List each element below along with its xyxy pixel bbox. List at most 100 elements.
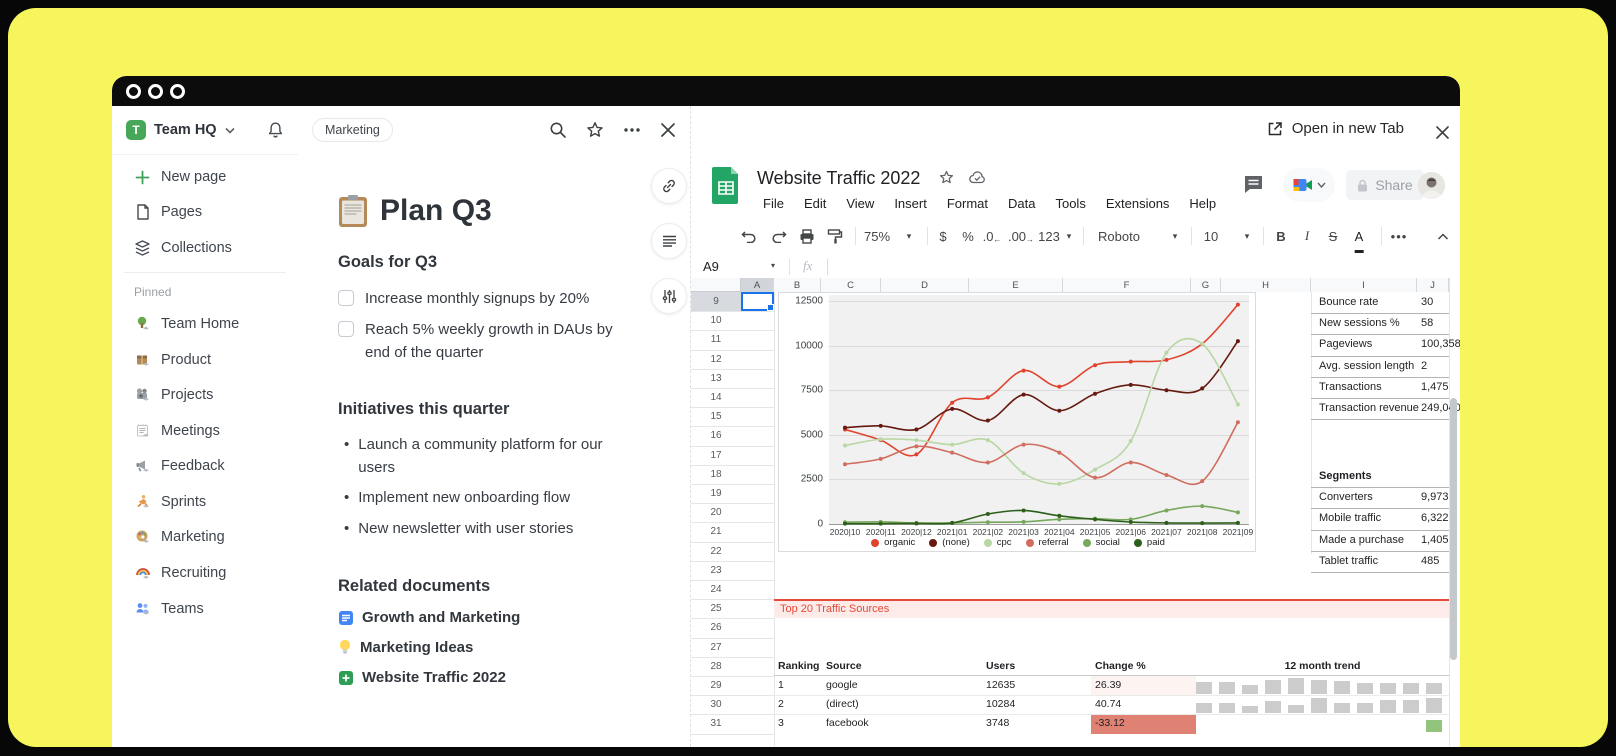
font-size-dropdown-icon[interactable]: ▾ bbox=[1245, 222, 1250, 250]
sidebar-item-feedback[interactable]: Feedback bbox=[122, 451, 288, 481]
stat-row[interactable]: Pageviews100,358 bbox=[1311, 335, 1449, 356]
stat-row[interactable]: Tablet traffic485 bbox=[1311, 552, 1449, 573]
menu-file[interactable]: File bbox=[763, 196, 784, 211]
sidebar-new-page[interactable]: New page bbox=[122, 162, 288, 192]
zoom-dropdown-icon[interactable]: ▾ bbox=[907, 222, 912, 250]
sheet-grid[interactable]: ABCDEFGHIJ 91011121314151617181920212223… bbox=[691, 278, 1460, 746]
row-header-20[interactable]: 20 bbox=[691, 503, 741, 522]
row-header-17[interactable]: 17 bbox=[691, 446, 741, 465]
row-header-26[interactable]: 26 bbox=[691, 618, 741, 637]
menu-extensions[interactable]: Extensions bbox=[1106, 196, 1170, 211]
redo-button[interactable] bbox=[771, 222, 787, 250]
open-in-new-tab-link[interactable]: Open in new Tab bbox=[1267, 120, 1404, 137]
window-dot-3[interactable] bbox=[170, 84, 185, 99]
name-box-dropdown-icon[interactable]: ▾ bbox=[771, 261, 775, 270]
row-header-14[interactable]: 14 bbox=[691, 388, 741, 407]
row-header-28[interactable]: 28 bbox=[691, 657, 741, 676]
stat-row[interactable]: Transaction revenue249,040 bbox=[1311, 399, 1449, 420]
avatar[interactable] bbox=[1418, 172, 1445, 199]
bold-button[interactable]: B bbox=[1276, 222, 1285, 250]
related-doc-link[interactable]: Growth and Marketing bbox=[338, 609, 520, 626]
chevron-down-icon[interactable] bbox=[225, 127, 235, 134]
share-button[interactable]: Share bbox=[1346, 170, 1424, 200]
row-header-22[interactable]: 22 bbox=[691, 542, 741, 561]
comment-icon[interactable] bbox=[1243, 174, 1264, 195]
row-header-30[interactable]: 30 bbox=[691, 695, 741, 714]
row-header-21[interactable]: 21 bbox=[691, 522, 741, 541]
goal-item[interactable]: Increase monthly signups by 20% bbox=[338, 287, 638, 310]
paint-format-button[interactable] bbox=[828, 222, 843, 250]
sidebar-item-projects[interactable]: Projects bbox=[122, 380, 288, 410]
initiatives-heading[interactable]: Initiatives this quarter bbox=[338, 400, 509, 419]
increase-decimals-button[interactable]: .00→ bbox=[1008, 222, 1034, 250]
print-button[interactable] bbox=[799, 222, 815, 250]
menu-view[interactable]: View bbox=[846, 196, 874, 211]
close-icon[interactable] bbox=[660, 122, 676, 138]
fill-handle[interactable] bbox=[767, 304, 774, 311]
undo-button[interactable] bbox=[741, 222, 757, 250]
formats-dropdown-icon[interactable]: ▾ bbox=[1067, 222, 1072, 250]
toolbar-more-icon[interactable]: ••• bbox=[1391, 222, 1408, 250]
collapse-toolbar-icon[interactable] bbox=[1438, 222, 1449, 250]
formula-cursor[interactable] bbox=[827, 259, 828, 275]
format-currency-button[interactable]: $ bbox=[939, 222, 946, 250]
cloud-saved-icon[interactable] bbox=[969, 171, 986, 184]
sidebar-item-marketing[interactable]: Marketing bbox=[122, 522, 288, 552]
copy-link-button[interactable] bbox=[651, 168, 687, 204]
row-header-10[interactable]: 10 bbox=[691, 311, 741, 330]
close-embed-icon[interactable] bbox=[1435, 125, 1450, 140]
row-header-25[interactable]: 25 bbox=[691, 599, 741, 618]
text-color-button[interactable]: A bbox=[1355, 222, 1364, 253]
traffic-sources-banner[interactable]: Top 20 Traffic Sources bbox=[774, 599, 1449, 618]
goal-item[interactable]: Reach 5% weekly growth in DAUs by end of… bbox=[338, 318, 638, 364]
strikethrough-button[interactable]: S bbox=[1329, 222, 1338, 250]
window-titlebar[interactable] bbox=[112, 76, 1460, 106]
window-dot-1[interactable] bbox=[126, 84, 141, 99]
font-size-select[interactable]: 10 bbox=[1204, 222, 1218, 250]
decrease-decimals-button[interactable]: .0← bbox=[983, 222, 1002, 250]
settings-sliders-button[interactable] bbox=[651, 278, 687, 314]
window-dot-2[interactable] bbox=[148, 84, 163, 99]
checkbox[interactable] bbox=[338, 321, 354, 337]
stat-row[interactable]: Bounce rate30 bbox=[1311, 293, 1449, 314]
sidebar-item-team-home[interactable]: Team Home bbox=[122, 309, 288, 339]
row-header-19[interactable]: 19 bbox=[691, 484, 741, 503]
more-icon[interactable] bbox=[623, 127, 641, 133]
star-icon[interactable] bbox=[939, 170, 954, 185]
page-title[interactable]: Plan Q3 bbox=[380, 194, 492, 228]
selected-cell-A9[interactable] bbox=[741, 292, 774, 311]
menu-format[interactable]: Format bbox=[947, 196, 988, 211]
name-box[interactable]: A9 bbox=[703, 259, 719, 274]
stat-row[interactable]: Mobile traffic6,322 bbox=[1311, 509, 1449, 530]
sidebar-item-teams[interactable]: Teams bbox=[122, 594, 288, 624]
sidebar-collections[interactable]: Collections bbox=[122, 233, 288, 263]
checkbox[interactable] bbox=[338, 290, 354, 306]
list-item[interactable]: Implement new onboarding flow bbox=[344, 486, 634, 509]
table-row[interactable]: 2 (direct) 10284 40.74 bbox=[774, 696, 1449, 715]
row-header-11[interactable]: 11 bbox=[691, 330, 741, 349]
related-heading[interactable]: Related documents bbox=[338, 577, 490, 596]
table-row[interactable]: 1 google 12635 26.39 bbox=[774, 676, 1449, 695]
row-header-13[interactable]: 13 bbox=[691, 369, 741, 388]
menu-data[interactable]: Data bbox=[1008, 196, 1035, 211]
menu-edit[interactable]: Edit bbox=[804, 196, 826, 211]
sidebar-item-product[interactable]: Product bbox=[122, 345, 288, 375]
list-item[interactable]: Launch a community platform for our user… bbox=[344, 433, 634, 479]
workspace-avatar[interactable]: T bbox=[126, 120, 146, 140]
search-icon[interactable] bbox=[549, 121, 567, 139]
row-header-24[interactable]: 24 bbox=[691, 580, 741, 599]
sidebar-item-recruiting[interactable]: Recruiting bbox=[122, 558, 288, 588]
sidebar-pages[interactable]: Pages bbox=[122, 197, 288, 227]
sidebar-item-sprints[interactable]: Sprints bbox=[122, 487, 288, 517]
font-select[interactable]: Roboto bbox=[1098, 222, 1140, 250]
menu-tools[interactable]: Tools bbox=[1055, 196, 1085, 211]
sheet-title[interactable]: Website Traffic 2022 bbox=[757, 168, 920, 189]
vertical-scrollbar[interactable] bbox=[1450, 398, 1457, 660]
star-icon[interactable] bbox=[586, 121, 604, 139]
row-header-16[interactable]: 16 bbox=[691, 426, 741, 445]
more-formats-button[interactable]: 123 bbox=[1038, 222, 1060, 250]
list-item[interactable]: New newsletter with user stories bbox=[344, 517, 634, 540]
stat-row[interactable]: New sessions %58 bbox=[1311, 314, 1449, 335]
zoom-select[interactable]: 75% bbox=[864, 222, 890, 250]
stat-row[interactable]: Transactions1,475 bbox=[1311, 378, 1449, 399]
